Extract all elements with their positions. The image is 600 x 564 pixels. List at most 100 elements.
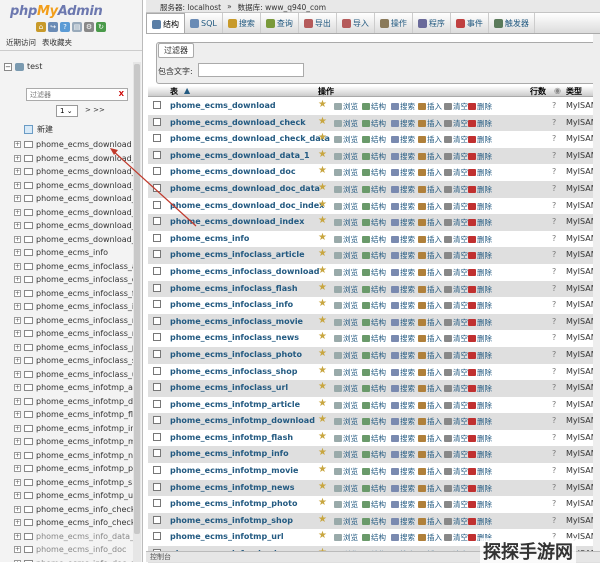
- row-checkbox[interactable]: [153, 499, 161, 508]
- table-name-link[interactable]: phome_ecms_download_check: [170, 118, 306, 127]
- expand-icon[interactable]: +: [14, 154, 21, 162]
- row-checkbox[interactable]: [153, 416, 161, 425]
- expand-icon[interactable]: +: [14, 465, 21, 473]
- structure-action[interactable]: 结构: [362, 466, 386, 477]
- table-name-link[interactable]: phome_ecms_infotmp_flash: [170, 433, 293, 442]
- structure-action[interactable]: 结构: [362, 151, 386, 162]
- recent-tab[interactable]: 近期访问: [6, 37, 36, 48]
- expand-icon[interactable]: +: [14, 505, 21, 513]
- favorite-star-icon[interactable]: ★: [318, 447, 327, 458]
- expand-icon[interactable]: +: [14, 208, 21, 216]
- table-name-link[interactable]: phome_ecms_infotmp_download: [170, 416, 315, 425]
- table-name-link[interactable]: phome_ecms_infoclass_photo: [170, 350, 302, 359]
- expand-icon[interactable]: +: [14, 411, 21, 419]
- insert-action[interactable]: 插入: [418, 234, 442, 245]
- browse-action[interactable]: 浏览: [334, 234, 358, 245]
- drop-action[interactable]: 删除: [468, 433, 492, 444]
- expand-icon[interactable]: +: [14, 451, 21, 459]
- drop-action[interactable]: 删除: [468, 466, 492, 477]
- browse-action[interactable]: 浏览: [334, 284, 358, 295]
- structure-action[interactable]: 结构: [362, 433, 386, 444]
- search-action[interactable]: 搜索: [391, 300, 415, 311]
- drop-action[interactable]: 删除: [468, 367, 492, 378]
- browse-action[interactable]: 浏览: [334, 267, 358, 278]
- docs-icon[interactable]: ?: [60, 22, 70, 32]
- favorite-star-icon[interactable]: ★: [318, 481, 327, 492]
- table-name-link[interactable]: phome_ecms_infotmp_photo: [170, 499, 297, 508]
- row-checkbox[interactable]: [153, 200, 161, 209]
- search-action[interactable]: 搜索: [391, 383, 415, 394]
- contains-input[interactable]: [198, 63, 304, 77]
- sort-arrow-icon[interactable]: ▲: [184, 86, 190, 95]
- insert-action[interactable]: 插入: [418, 532, 442, 543]
- search-action[interactable]: 搜索: [391, 184, 415, 195]
- favorite-star-icon[interactable]: ★: [318, 431, 327, 442]
- row-checkbox[interactable]: [153, 532, 161, 541]
- search-action[interactable]: 搜索: [391, 516, 415, 527]
- table-name-link[interactable]: phome_ecms_infotmp_movie: [170, 466, 298, 475]
- tab-triggers[interactable]: 触发器: [489, 13, 535, 33]
- favorite-star-icon[interactable]: ★: [318, 149, 327, 160]
- empty-action[interactable]: 清空: [444, 433, 468, 444]
- browse-action[interactable]: 浏览: [334, 532, 358, 543]
- insert-action[interactable]: 插入: [418, 317, 442, 328]
- empty-action[interactable]: 清空: [444, 317, 468, 328]
- search-action[interactable]: 搜索: [391, 483, 415, 494]
- row-checkbox[interactable]: [153, 449, 161, 458]
- empty-action[interactable]: 清空: [444, 134, 468, 145]
- drop-action[interactable]: 删除: [468, 350, 492, 361]
- browse-action[interactable]: 浏览: [334, 217, 358, 228]
- row-checkbox[interactable]: [153, 167, 161, 176]
- favorite-star-icon[interactable]: ★: [318, 248, 327, 259]
- row-checkbox[interactable]: [153, 217, 161, 226]
- structure-action[interactable]: 结构: [362, 284, 386, 295]
- table-name-link[interactable]: phome_ecms_infoclass_flash: [170, 284, 298, 293]
- tree-item-label[interactable]: phome_ecms_infotmp_ne: [36, 451, 138, 460]
- table-name-link[interactable]: phome_ecms_download_index: [170, 217, 304, 226]
- row-checkbox[interactable]: [153, 482, 161, 491]
- expand-icon[interactable]: +: [14, 276, 21, 284]
- tree-item[interactable]: + phome_ecms_infotmp_in: [14, 422, 139, 436]
- tree-item[interactable]: + phome_ecms_download_: [14, 233, 139, 247]
- row-checkbox[interactable]: [153, 399, 161, 408]
- row-checkbox[interactable]: [153, 366, 161, 375]
- structure-action[interactable]: 结构: [362, 449, 386, 460]
- insert-action[interactable]: 插入: [418, 167, 442, 178]
- drop-action[interactable]: 删除: [468, 284, 492, 295]
- search-action[interactable]: 搜索: [391, 466, 415, 477]
- search-action[interactable]: 搜索: [391, 532, 415, 543]
- insert-action[interactable]: 插入: [418, 516, 442, 527]
- browse-action[interactable]: 浏览: [334, 250, 358, 261]
- empty-action[interactable]: 清空: [444, 284, 468, 295]
- expand-icon[interactable]: +: [14, 249, 21, 257]
- expand-icon[interactable]: +: [14, 492, 21, 500]
- tree-item[interactable]: + phome_ecms_download_: [14, 206, 139, 220]
- empty-action[interactable]: 清空: [444, 151, 468, 162]
- empty-action[interactable]: 清空: [444, 184, 468, 195]
- tree-item-label[interactable]: phome_ecms_infoclass_p: [36, 343, 137, 352]
- tree-item-label[interactable]: phome_ecms_download_: [36, 181, 136, 190]
- tree-item[interactable]: + phome_ecms_download_: [14, 219, 139, 233]
- table-name-link[interactable]: phome_ecms_download_doc: [170, 167, 296, 176]
- structure-action[interactable]: 结构: [362, 134, 386, 145]
- tree-item[interactable]: + phome_ecms_download: [14, 138, 139, 152]
- structure-action[interactable]: 结构: [362, 333, 386, 344]
- row-checkbox[interactable]: [153, 383, 161, 392]
- insert-action[interactable]: 插入: [418, 350, 442, 361]
- browse-action[interactable]: 浏览: [334, 449, 358, 460]
- nav-scrollbar-thumb[interactable]: [134, 64, 140, 534]
- tree-item-label[interactable]: phome_ecms_infotmp_m: [36, 437, 136, 446]
- expand-icon[interactable]: +: [14, 519, 21, 527]
- tree-item[interactable]: + phome_ecms_download_: [14, 152, 139, 166]
- insert-action[interactable]: 插入: [418, 367, 442, 378]
- favorite-star-icon[interactable]: ★: [318, 414, 327, 425]
- row-checkbox[interactable]: [153, 515, 161, 524]
- drop-action[interactable]: 删除: [468, 151, 492, 162]
- empty-action[interactable]: 清空: [444, 167, 468, 178]
- tree-item[interactable]: + phome_ecms_infoclass_s: [14, 354, 139, 368]
- search-action[interactable]: 搜索: [391, 317, 415, 328]
- search-action[interactable]: 搜索: [391, 118, 415, 129]
- rows-help-icon[interactable]: ◉: [554, 86, 561, 95]
- insert-action[interactable]: 插入: [418, 284, 442, 295]
- browse-action[interactable]: 浏览: [334, 201, 358, 212]
